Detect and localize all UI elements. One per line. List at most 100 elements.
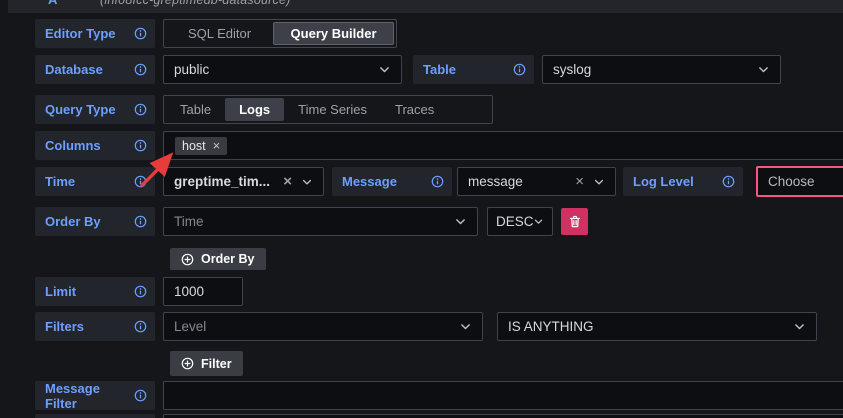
chevron-down-icon[interactable]: [757, 63, 770, 76]
table-select-value: syslog: [553, 62, 591, 77]
order-by-direction-value: DESC: [496, 214, 533, 229]
order-by-label: Order By: [45, 214, 101, 229]
info-icon[interactable]: [134, 175, 147, 188]
log-level-label: Log Level: [633, 174, 694, 189]
info-icon[interactable]: [134, 389, 147, 402]
order-by-direction-select[interactable]: DESC: [487, 207, 553, 236]
message-filter-input[interactable]: [163, 381, 843, 410]
log-level-placeholder: Choose: [768, 174, 815, 189]
add-filter-button[interactable]: Filter: [170, 351, 243, 376]
table-label-box: Table: [413, 55, 534, 84]
limit-label: Limit: [45, 284, 76, 299]
info-icon[interactable]: [134, 63, 147, 76]
time-select[interactable]: greptime_tim... ×: [163, 167, 324, 196]
time-select-value: greptime_tim...: [174, 174, 270, 189]
database-label: Database: [45, 62, 103, 77]
next-row-clipped: [0, 414, 843, 418]
columns-label: Columns: [45, 138, 101, 153]
add-filter-label: Filter: [201, 357, 232, 371]
database-row: Database public Table syslog: [0, 55, 843, 84]
limit-row: Limit 1000: [0, 277, 843, 306]
log-level-select[interactable]: Choose: [756, 166, 843, 197]
message-select[interactable]: message ×: [457, 167, 616, 196]
message-filter-label: Message Filter: [45, 381, 134, 411]
query-type-option-table[interactable]: Table: [166, 98, 225, 121]
query-type-option-traces[interactable]: Traces: [381, 98, 448, 121]
info-icon[interactable]: [134, 27, 147, 40]
info-icon[interactable]: [134, 285, 147, 298]
log-level-label-box: Log Level: [623, 167, 743, 196]
clear-icon[interactable]: ×: [575, 174, 584, 189]
filter-operator-value: IS ANYTHING: [508, 319, 594, 334]
chevron-down-icon[interactable]: [533, 216, 544, 227]
info-icon[interactable]: [722, 175, 735, 188]
info-icon[interactable]: [134, 139, 147, 152]
filters-row: Filters Level IS ANYTHING: [0, 312, 843, 341]
next-row-label-box: [35, 414, 155, 418]
columns-label-box: Columns: [35, 131, 155, 160]
chevron-down-icon[interactable]: [454, 215, 467, 228]
database-select[interactable]: public: [163, 55, 402, 84]
table-select[interactable]: syslog: [542, 55, 781, 84]
editor-type-option-query-builder[interactable]: Query Builder: [273, 22, 394, 45]
info-icon[interactable]: [513, 63, 526, 76]
plus-circle-icon: [181, 253, 194, 266]
query-ref-id: A: [48, 0, 57, 13]
info-icon[interactable]: [431, 175, 444, 188]
column-tag-label: host: [182, 139, 206, 153]
column-tag-host: host ×: [175, 137, 227, 155]
columns-row: Columns host ×: [0, 131, 843, 160]
database-select-value: public: [174, 62, 209, 77]
message-label: Message: [342, 174, 397, 189]
editor-type-radio-group: SQL Editor Query Builder: [163, 19, 397, 48]
chevron-down-icon[interactable]: [301, 176, 313, 188]
editor-type-label: Editor Type: [45, 26, 116, 41]
query-row-header[interactable]: A (info8fcc-greptimedb-datasource): [8, 0, 843, 13]
order-by-field-select[interactable]: Time: [163, 207, 478, 236]
query-type-label: Query Type: [45, 102, 116, 117]
message-filter-label-box: Message Filter: [35, 381, 155, 410]
chevron-down-icon[interactable]: [459, 320, 472, 333]
time-row: Time greptime_tim... × Message message ×…: [0, 167, 843, 196]
limit-input[interactable]: 1000: [163, 277, 243, 306]
message-label-box: Message: [332, 167, 452, 196]
info-icon[interactable]: [134, 103, 147, 116]
editor-type-option-sql-editor[interactable]: SQL Editor: [166, 22, 273, 45]
remove-tag-icon[interactable]: ×: [213, 139, 221, 152]
editor-type-row: Editor Type SQL Editor Query Builder: [0, 19, 843, 48]
clear-icon[interactable]: ×: [283, 174, 292, 189]
query-type-option-time-series[interactable]: Time Series: [284, 98, 381, 121]
time-label: Time: [45, 174, 75, 189]
chevron-down-icon[interactable]: [378, 63, 391, 76]
query-type-row: Query Type Table Logs Time Series Traces: [0, 95, 843, 124]
add-order-by-button[interactable]: Order By: [170, 248, 266, 270]
query-type-option-logs[interactable]: Logs: [225, 98, 284, 121]
message-filter-row: Message Filter: [0, 381, 843, 410]
time-label-box: Time: [35, 167, 155, 196]
editor-type-label-box: Editor Type: [35, 19, 155, 48]
info-icon[interactable]: [134, 320, 147, 333]
order-by-label-box: Order By: [35, 207, 155, 236]
message-select-value: message: [468, 174, 523, 189]
query-row-header-inner: A (info8fcc-greptimedb-datasource): [8, 0, 843, 13]
chevron-down-icon[interactable]: [793, 320, 806, 333]
limit-value: 1000: [174, 284, 204, 299]
columns-multiselect[interactable]: host ×: [163, 131, 843, 160]
order-by-field-value: Time: [174, 214, 204, 229]
remove-order-by-button[interactable]: [561, 208, 588, 235]
query-editor: A (info8fcc-greptimedb-datasource) Edito…: [0, 0, 843, 418]
filters-label: Filters: [45, 319, 84, 334]
info-icon[interactable]: [134, 215, 147, 228]
table-label: Table: [423, 62, 456, 77]
datasource-note: (info8fcc-greptimedb-datasource): [100, 0, 291, 13]
filter-field-value: Level: [174, 319, 206, 334]
next-row-input[interactable]: [163, 414, 843, 418]
filter-field-select[interactable]: Level: [163, 312, 483, 341]
trash-icon: [568, 214, 582, 229]
filters-label-box: Filters: [35, 312, 155, 341]
chevron-down-icon[interactable]: [593, 176, 605, 188]
query-type-label-box: Query Type: [35, 95, 155, 124]
plus-circle-icon: [181, 357, 194, 370]
database-label-box: Database: [35, 55, 155, 84]
filter-operator-select[interactable]: IS ANYTHING: [497, 312, 817, 341]
